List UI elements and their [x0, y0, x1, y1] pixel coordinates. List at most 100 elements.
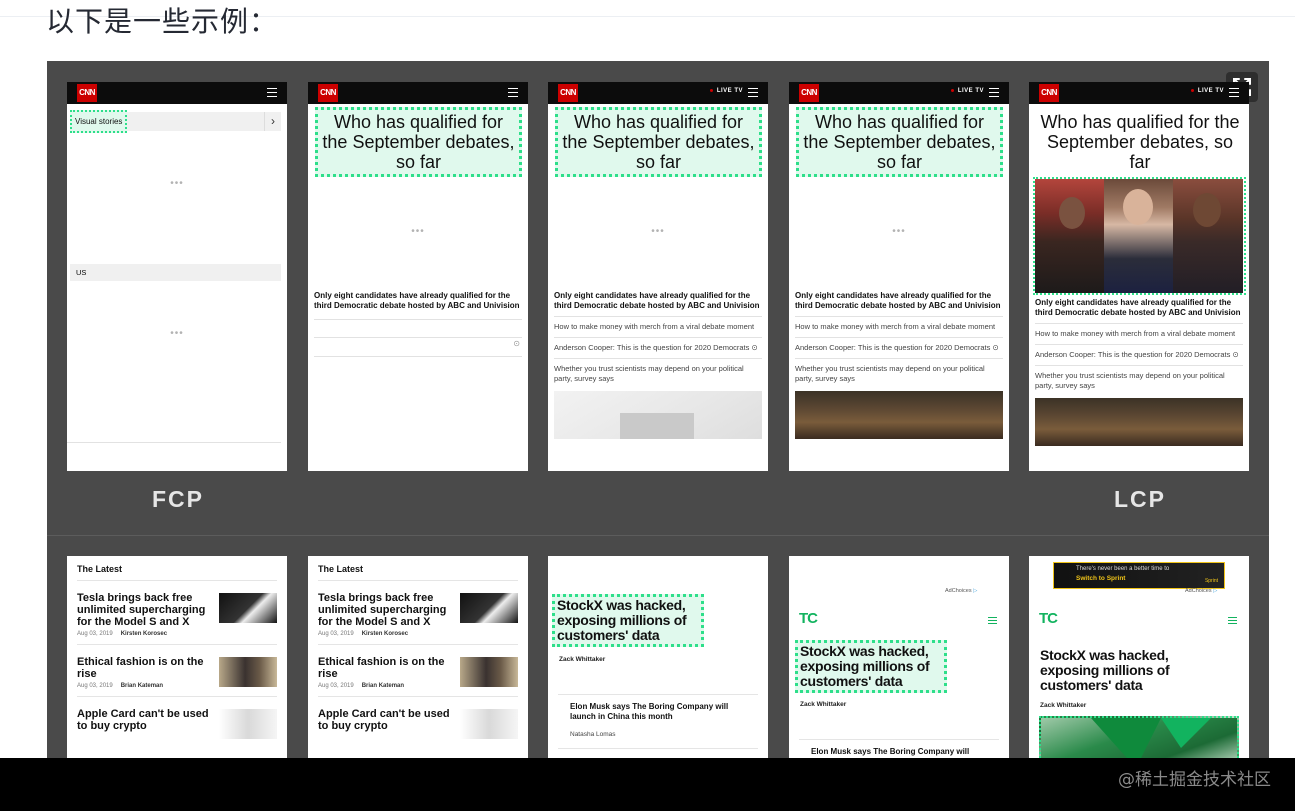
- adchoices-link[interactable]: AdChoices ▷: [1185, 588, 1217, 594]
- list-item[interactable]: Tesla brings back free unlimited superch…: [77, 581, 277, 645]
- list-item[interactable]: Apple Card can't be used to buy crypto: [77, 697, 277, 739]
- frame-tc-3: StockX was hacked, exposing millions of …: [548, 556, 768, 761]
- tesla-thumbnail: [460, 593, 518, 623]
- candidates-photo[interactable]: [1033, 177, 1246, 295]
- story-link[interactable]: Elon Musk says The Boring Company will l…: [570, 702, 750, 722]
- frame-tc-4: AdChoices ▷ TC StockX was hacked, exposi…: [789, 556, 1009, 761]
- loading-dots-icon: •••: [170, 178, 184, 189]
- play-icon: ⊙: [1232, 350, 1239, 359]
- story-link[interactable]: Anderson Cooper: This is the question fo…: [1035, 344, 1243, 365]
- story-link[interactable]: Whether you trust scientists may depend …: [795, 358, 1003, 389]
- menu-icon[interactable]: [1229, 88, 1239, 97]
- play-icon: ⊙: [513, 339, 520, 348]
- headline[interactable]: Who has qualified for the September deba…: [315, 107, 522, 177]
- author[interactable]: Zack Whittaker: [800, 701, 846, 708]
- frame-fcp: CNN Visual stories › ••• US •••: [67, 82, 287, 471]
- menu-icon[interactable]: [748, 88, 758, 97]
- list-item[interactable]: Apple Card can't be used to buy crypto: [318, 697, 518, 739]
- chevron-right-icon[interactable]: ›: [264, 112, 281, 131]
- menu-icon[interactable]: [508, 88, 518, 97]
- author[interactable]: Natasha Lomas: [570, 731, 616, 738]
- cnn-header: CNN: [67, 82, 287, 104]
- frame-lcp: CNN LIVE TV Who has qualified for the Se…: [1029, 82, 1249, 471]
- story-link[interactable]: How to make money with merch from a vira…: [554, 316, 762, 337]
- adchoices-icon: ▷: [973, 588, 978, 594]
- frame-latest-1: The Latest Tesla brings back free unlimi…: [67, 556, 287, 761]
- story-image: [1035, 398, 1243, 446]
- frame-4: CNN LIVE TV Who has qualified for the Se…: [789, 82, 1009, 471]
- frame-2: CNN Who has qualified for the September …: [308, 82, 528, 471]
- story-link[interactable]: Anderson Cooper: This is the question fo…: [554, 337, 762, 358]
- visual-stories-bar[interactable]: Visual stories ›: [70, 110, 281, 133]
- list-item[interactable]: Ethical fashion is on the rise Aug 03, 2…: [318, 645, 518, 697]
- cnn-logo: CNN: [1039, 84, 1059, 102]
- loading-dots-icon: •••: [892, 226, 906, 237]
- fashion-thumbnail: [460, 657, 518, 687]
- frame-latest-2: The Latest Tesla brings back free unlimi…: [308, 556, 528, 761]
- latest-heading: The Latest: [318, 556, 518, 581]
- headline[interactable]: Who has qualified for the September deba…: [555, 107, 762, 177]
- menu-icon[interactable]: [989, 88, 999, 97]
- cnn-logo: CNN: [558, 84, 578, 102]
- bottom-bar: [0, 758, 1295, 811]
- list-item[interactable]: Tesla brings back free unlimited superch…: [318, 581, 518, 645]
- story-link[interactable]: How to make money with merch from a vira…: [795, 316, 1003, 337]
- divider: [558, 748, 758, 749]
- divider: [314, 319, 522, 320]
- lead-story[interactable]: Only eight candidates have already quali…: [314, 291, 522, 311]
- cnn-logo: CNN: [318, 84, 338, 102]
- divider: [314, 356, 522, 357]
- live-tv-link[interactable]: LIVE TV: [709, 88, 743, 94]
- lead-story[interactable]: Only eight candidates have already quali…: [1035, 298, 1243, 323]
- menu-icon[interactable]: [988, 617, 997, 624]
- author[interactable]: Zack Whittaker: [1040, 702, 1086, 709]
- fashion-thumbnail: [219, 657, 277, 687]
- frame-tc-5: There's never been a better time to Swit…: [1029, 556, 1249, 761]
- adchoices-link[interactable]: AdChoices ▷: [945, 588, 977, 594]
- hero-image[interactable]: [1039, 716, 1239, 761]
- latest-heading: The Latest: [77, 556, 277, 581]
- apple-card-thumbnail: [460, 709, 518, 739]
- story-link[interactable]: Whether you trust scientists may depend …: [554, 358, 762, 389]
- tc-headline[interactable]: StockX was hacked, exposing millions of …: [795, 640, 947, 693]
- watermark: @稀土掘金技术社区: [1118, 770, 1271, 790]
- cnn-logo: CNN: [799, 84, 819, 102]
- apple-card-thumbnail: [219, 709, 277, 739]
- lead-story[interactable]: Only eight candidates have already quali…: [795, 291, 1003, 316]
- story-link[interactable]: Anderson Cooper: This is the question fo…: [795, 337, 1003, 358]
- label-fcp: FCP: [152, 486, 204, 512]
- headline[interactable]: Who has qualified for the September deba…: [796, 107, 1003, 177]
- tc-logo[interactable]: TC: [1039, 610, 1058, 627]
- play-icon: ⊙: [992, 343, 999, 352]
- tc-headline[interactable]: StockX was hacked, exposing millions of …: [552, 594, 704, 647]
- live-tv-link[interactable]: LIVE TV: [1190, 88, 1224, 94]
- play-icon: ⊙: [751, 343, 758, 352]
- story-image: [795, 391, 1003, 439]
- frame-3: CNN LIVE TV Who has qualified for the Se…: [548, 82, 768, 471]
- loading-dots-icon: •••: [170, 328, 184, 339]
- section-us: US: [70, 264, 281, 281]
- tc-headline[interactable]: StockX was hacked, exposing millions of …: [1040, 648, 1190, 693]
- live-dot-icon: [950, 88, 954, 92]
- live-dot-icon: [709, 88, 713, 92]
- divider: [67, 442, 281, 443]
- lead-story[interactable]: Only eight candidates have already quali…: [554, 291, 762, 316]
- menu-icon[interactable]: [1228, 617, 1237, 624]
- loading-dots-icon: •••: [651, 226, 665, 237]
- menu-icon[interactable]: [267, 88, 277, 97]
- cnn-header: CNN LIVE TV: [548, 82, 768, 104]
- intro-text: 以下是一些示例：: [46, 5, 279, 38]
- live-tv-link[interactable]: LIVE TV: [950, 88, 984, 94]
- story-link[interactable]: Whether you trust scientists may depend …: [1035, 365, 1243, 396]
- cnn-header: CNN: [308, 82, 528, 104]
- adchoices-icon: ▷: [1213, 588, 1218, 594]
- cnn-logo: CNN: [77, 84, 97, 102]
- list-item[interactable]: Ethical fashion is on the rise Aug 03, 2…: [77, 645, 277, 697]
- author[interactable]: Zack Whittaker: [559, 656, 605, 663]
- tc-logo[interactable]: TC: [799, 610, 818, 627]
- headline[interactable]: Who has qualified for the September deba…: [1037, 110, 1243, 174]
- sprint-ad[interactable]: There's never been a better time to Swit…: [1053, 562, 1225, 589]
- tc-hero-graphic: [1091, 718, 1211, 761]
- cnn-header: CNN LIVE TV: [789, 82, 1009, 104]
- story-link[interactable]: How to make money with merch from a vira…: [1035, 323, 1243, 344]
